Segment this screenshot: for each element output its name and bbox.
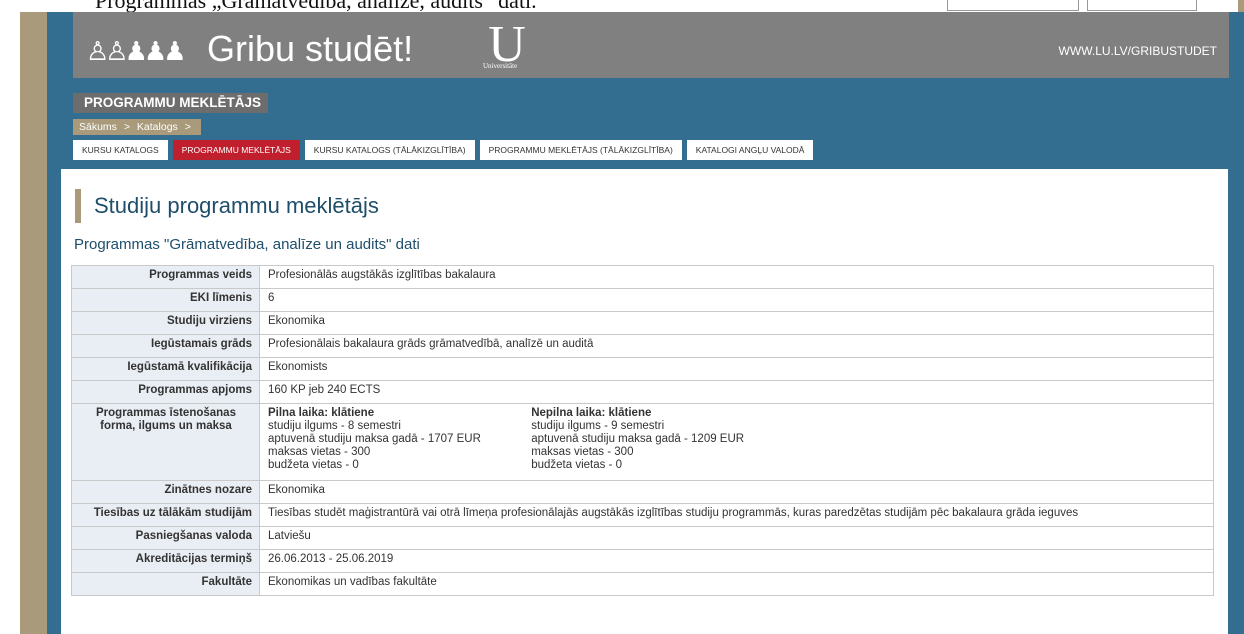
table-row: Zinātnes nozare Ekonomika (71, 480, 1214, 504)
paid-places: maksas vietas - 300 (531, 446, 634, 458)
row-label: Programmas apjoms (71, 380, 260, 404)
tab-program-search-further-ed[interactable]: PROGRAMMU MEKLĒTĀJS (TĀLĀKIZGLĪTĪBA) (479, 140, 682, 160)
row-label: EKI līmenis (71, 288, 260, 312)
row-label: Iegūstamā kvalifikācija (71, 357, 260, 381)
study-mode-title: Nepilna laika: klātiene (531, 407, 652, 419)
section-label: PROGRAMMU MEKLĒTĀJS (73, 93, 269, 113)
breadcrumb-separator: > (184, 121, 191, 133)
row-label: Tiesības uz tālākām studijām (71, 503, 260, 527)
row-label: Iegūstamais grāds (71, 334, 260, 358)
breadcrumb-separator: > (123, 121, 130, 133)
table-row: Studiju virziens Ekonomika (71, 311, 1214, 335)
row-label: Akreditācijas termiņš (71, 549, 260, 573)
study-duration: studiju ilgums - 9 semestri (531, 420, 665, 432)
breadcrumb-home-link[interactable]: Sākums (79, 121, 117, 133)
row-value: Ekonomists (259, 357, 1214, 381)
logo-letter: U (488, 18, 526, 64)
breadcrumb: Sākums > Katalogs > (73, 119, 201, 135)
table-row: Programmas apjoms 160 KP jeb 240 ECTS (71, 380, 1214, 404)
tab-course-catalog[interactable]: KURSU KATALOGS (73, 140, 168, 160)
content-panel: Studiju programmu meklētājs Programmas "… (61, 169, 1228, 634)
tab-program-search[interactable]: PROGRAMMU MEKLĒTĀJS (172, 140, 300, 160)
left-edge (0, 12, 6, 634)
budget-places: budžeta vietas - 0 (268, 459, 359, 471)
row-value: Tiesības studēt maģistrantūrā vai otrā l… (259, 503, 1214, 527)
table-row: Pasniegšanas valoda Latviešu (71, 526, 1214, 550)
row-value: 160 KP jeb 240 ECTS (259, 380, 1214, 404)
paid-places: maksas vietas - 300 (268, 446, 371, 458)
university-logo-icon[interactable]: U (485, 18, 529, 64)
study-duration: studiju ilgums - 8 semestri (268, 420, 401, 432)
table-row: Akreditācijas termiņš 26.06.2013 - 25.06… (71, 549, 1214, 573)
site-banner: ♙♙♟♟♟ Gribu studēt! U Universitāte WWW.L… (73, 12, 1229, 78)
breadcrumb-catalog-link[interactable]: Katalogs (137, 121, 178, 133)
row-label: Pasniegšanas valoda (71, 526, 260, 550)
program-info-table: Programmas veids Profesionālās augstākās… (71, 265, 1214, 596)
tab-english-catalogs[interactable]: KATALOGI ANGĻU VALODĀ (686, 140, 814, 160)
table-row: Iegūstamais grāds Profesionālais bakalau… (71, 334, 1214, 358)
table-row: EKI līmenis 6 (71, 288, 1214, 312)
row-label: Fakultāte (71, 572, 260, 596)
row-value: 6 (259, 288, 1214, 312)
top-strip: Programmas „Grāmatvedība, analīze, audit… (0, 0, 1244, 12)
study-forms-cell: Pilna laika: klātiene studiju ilgums - 8… (259, 403, 1214, 481)
program-subtitle: Programmas "Grāmatvedība, analīze un aud… (74, 236, 420, 253)
budget-places: budžeta vietas - 0 (531, 459, 622, 471)
study-mode-title: Pilna laika: klātiene (268, 407, 375, 419)
top-box (947, 0, 1079, 11)
table-row: Fakultāte Ekonomikas un vadības fakultāt… (71, 572, 1214, 596)
table-row-study-forms: Programmas īstenošanas forma, ilgums un … (71, 403, 1214, 481)
heading-accent-bar (75, 189, 81, 223)
row-value: Ekonomikas un vadības fakultāte (259, 572, 1214, 596)
table-row: Iegūstamā kvalifikācija Ekonomists (71, 357, 1214, 381)
table-row: Programmas veids Profesionālās augstākās… (71, 265, 1214, 289)
catalog-tabs: KURSU KATALOGS PROGRAMMU MEKLĒTĀJS KURSU… (73, 140, 814, 160)
logo-caption: Universitāte (483, 62, 518, 70)
row-label: Zinātnes nozare (71, 480, 260, 504)
people-evolution-icon: ♙♙♟♟♟ (86, 36, 187, 66)
study-fee: aptuvenā studiju maksa gadā - 1707 EUR (268, 433, 481, 445)
row-value: Profesionālās augstākās izglītības bakal… (259, 265, 1214, 289)
study-mode-full-time: Pilna laika: klātiene studiju ilgums - 8… (268, 407, 528, 472)
row-value: Latviešu (259, 526, 1214, 550)
page-title: Studiju programmu meklētājs (94, 193, 379, 218)
row-label: Programmas īstenošanas forma, ilgums un … (71, 403, 260, 481)
left-gold-band (20, 12, 47, 634)
corner-accent (1238, 0, 1244, 12)
cut-off-heading: Programmas „Grāmatvedība, analīze, audit… (95, 0, 537, 12)
table-row: Tiesības uz tālākām studijām Tiesības st… (71, 503, 1214, 527)
row-value: Profesionālais bakalaura grāds grāmatved… (259, 334, 1214, 358)
row-value: Ekonomika (259, 311, 1214, 335)
banner-title[interactable]: Gribu studēt! (207, 28, 413, 70)
row-label: Studiju virziens (71, 311, 260, 335)
row-value: 26.06.2013 - 25.06.2019 (259, 549, 1214, 573)
study-fee: aptuvenā studiju maksa gadā - 1209 EUR (531, 433, 745, 445)
row-value: Ekonomika (259, 480, 1214, 504)
tab-course-catalog-further-ed[interactable]: KURSU KATALOGS (TĀLĀKIZGLĪTĪBA) (304, 140, 475, 160)
site-url-link[interactable]: WWW.LU.LV/GRIBUSTUDET (1059, 44, 1217, 58)
top-box (1087, 0, 1197, 11)
row-label: Programmas veids (71, 265, 260, 289)
study-mode-part-time: Nepilna laika: klātiene studiju ilgums -… (531, 407, 791, 472)
